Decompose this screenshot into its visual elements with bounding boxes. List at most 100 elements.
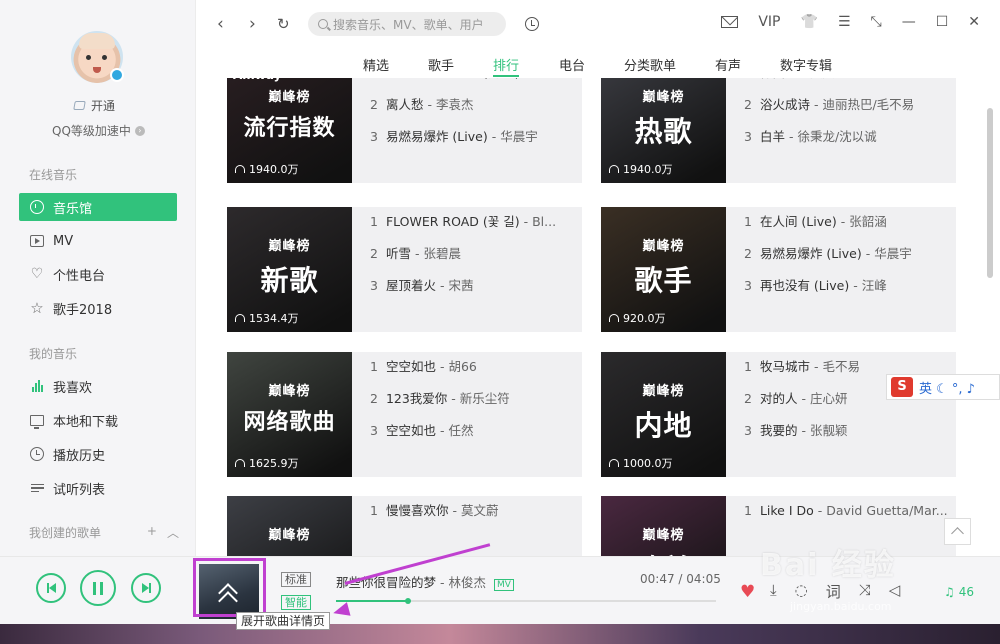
song-artist[interactable]: Bl... [532, 214, 556, 229]
song-artist[interactable]: 李袁杰 [436, 97, 474, 112]
song-title[interactable]: Like I Do [760, 503, 814, 518]
back-button[interactable]: ‹ [217, 14, 224, 34]
qq-level-text[interactable]: QQ等级加速中 › [52, 122, 145, 139]
scrollbar[interactable] [987, 78, 993, 556]
song-title[interactable]: 易燃易爆炸 (Live) [386, 129, 488, 144]
lyrics-icon[interactable]: 词 [826, 581, 841, 602]
collapse-icon[interactable]: ︿ [167, 524, 179, 541]
song-artist[interactable]: 庄心妍 [810, 391, 848, 406]
chart-card[interactable]: 巅峰榜 内地 1000.0万 1 牧马城市 - 毛不易 2 对的人 - 庄心妍 3 我要的 - … [601, 352, 956, 477]
song-artist[interactable]: 华晨宇 [874, 246, 912, 261]
chart-song-row[interactable]: 3 屋顶着火 - 宋茜 [370, 277, 582, 309]
chart-song-row[interactable]: 1 空空如也 - 胡66 [370, 358, 582, 390]
song-artist[interactable]: 华晨宇 [500, 129, 538, 144]
playlist-count[interactable]: ♫ 46 [944, 585, 974, 599]
tab-radio[interactable]: 电台 [559, 55, 585, 74]
tab-singers[interactable]: 歌手 [428, 55, 454, 74]
song-title[interactable]: 白羊 [760, 129, 785, 144]
song-artist[interactable]: 胡66 [448, 359, 476, 374]
minimize-button[interactable]: — [902, 14, 916, 30]
song-title[interactable]: FLOWER ROAD (꽃 길) [386, 78, 520, 80]
back-to-top-button[interactable] [944, 518, 971, 545]
chart-cover[interactable]: 巅峰榜 网络歌曲 1625.9万 [227, 352, 352, 477]
refresh-button[interactable]: ↻ [277, 14, 290, 34]
tab-digital-albums[interactable]: 数字专辑 [780, 55, 832, 74]
song-title[interactable]: 慢慢喜欢你 [386, 503, 449, 518]
song-artist[interactable]: 张碧晨 [423, 246, 461, 261]
chart-song-row[interactable]: 2 浴火成诗 - 迪丽热巴/毛不易 [744, 96, 956, 128]
song-title[interactable]: 易燃易爆炸 (Live) [760, 246, 862, 261]
chart-cover[interactable]: 巅峰榜欧美 [601, 496, 726, 556]
song-title[interactable]: 牧马城市 [760, 359, 810, 374]
tab-audiobooks[interactable]: 有声 [715, 55, 741, 74]
song-artist[interactable]: Bl... [532, 78, 556, 80]
vip-button[interactable]: VIP [758, 14, 780, 30]
chart-song-row[interactable]: 1FLOWER ROAD (꽃 길) - Bl... [370, 78, 582, 96]
mini-mode-icon[interactable]: ⤡ [871, 14, 882, 30]
volume-icon[interactable]: ◁ [889, 581, 901, 602]
chart-song-row[interactable]: 1 Like I Do - David Guetta/Mar... [744, 502, 956, 534]
chart-cover[interactable]: 巅峰榜 新歌 1534.4万 [227, 207, 352, 332]
song-title[interactable]: 我要的 [760, 423, 798, 438]
comment-icon[interactable]: ◌ [795, 581, 808, 602]
chart-cover[interactable]: Amway 巅峰榜流行指数 1940.0万 [227, 78, 352, 183]
song-artist[interactable]: 张靓颖 [810, 423, 848, 438]
song-artist[interactable]: David Guetta/Mar... [826, 503, 947, 518]
tab-featured[interactable]: 精选 [363, 55, 389, 74]
song-artist[interactable]: 莫文蔚 [461, 503, 499, 518]
song-title[interactable]: 空空如也 [386, 423, 436, 438]
like-heart-icon[interactable]: ♥ [740, 582, 755, 602]
song-title[interactable]: 再也没有 (Live) [760, 278, 849, 293]
song-artist[interactable]: 宋茜 [448, 278, 473, 293]
chart-song-row[interactable]: 2 123我爱你 - 新乐尘符 [370, 390, 582, 422]
sidebar-item-radio[interactable]: ♡ 个性电台 [19, 260, 177, 288]
song-title[interactable]: 体面 [760, 78, 785, 80]
song-artist[interactable]: 新乐尘符 [460, 391, 510, 406]
scroll-thumb[interactable] [987, 108, 993, 278]
song-title[interactable]: FLOWER ROAD (꽃 길) [386, 214, 520, 229]
progress-handle[interactable] [405, 598, 412, 604]
song-title[interactable]: 听雪 [386, 246, 411, 261]
chart-song-row[interactable]: 3 再也没有 (Live) - 汪峰 [744, 277, 956, 309]
vip-open-link[interactable]: 开通 [73, 97, 115, 114]
next-button[interactable] [131, 573, 161, 603]
maximize-button[interactable]: ☐ [936, 14, 949, 30]
chart-card[interactable]: 巅峰榜 新歌 1534.4万 1 FLOWER ROAD (꽃 길) - Bl... 2 听… [227, 207, 582, 332]
sidebar-item-singer-2018[interactable]: ☆ 歌手2018 [19, 294, 177, 322]
sound-effect-selector[interactable]: 智能 [281, 595, 311, 610]
song-title[interactable]: 空空如也 [386, 359, 436, 374]
sidebar-item-trial-list[interactable]: 试听列表 [19, 474, 177, 502]
menu-icon[interactable]: ☰ [838, 14, 851, 30]
chart-card[interactable]: 巅峰榜 歌手 920.0万 1 在人间 (Live) - 张韶涵 2 易燃易爆炸 (Live… [601, 207, 956, 332]
search-input[interactable]: 搜索音乐、MV、歌单、用户 [308, 12, 506, 36]
chart-song-row[interactable]: 1体面 - 于文文 [744, 78, 956, 96]
chart-card[interactable]: 巅峰榜热歌1940.0万1体面 - 于文文2浴火成诗 - 迪丽热巴/毛不易3白羊… [601, 78, 956, 183]
close-button[interactable]: ✕ [968, 14, 980, 30]
chart-cover[interactable]: 巅峰榜 [227, 496, 352, 556]
shuffle-icon[interactable]: ⤨ [859, 581, 871, 602]
song-artist[interactable]: 毛不易 [822, 359, 860, 374]
chart-card[interactable]: 巅峰榜 网络歌曲 1625.9万 1 空空如也 - 胡66 2 123我爱你 - 新乐尘符 3… [227, 352, 582, 477]
chart-cover[interactable]: 巅峰榜 热歌 1940.0万 [601, 78, 726, 183]
chart-song-row[interactable]: 1 在人间 (Live) - 张韶涵 [744, 213, 956, 245]
now-playing-artist[interactable]: 林俊杰 [448, 575, 486, 590]
quality-selector[interactable]: 标准 [281, 572, 311, 587]
song-title[interactable]: 123我爱你 [386, 391, 447, 406]
song-title[interactable]: 在人间 (Live) [760, 214, 837, 229]
song-artist[interactable]: 迪丽热巴/毛不易 [822, 97, 914, 112]
ime-toolbar[interactable]: S 英 ☾ °, ♪ [886, 374, 1000, 400]
tab-categories[interactable]: 分类歌单 [624, 55, 676, 74]
chart-song-row[interactable]: 1 慢慢喜欢你 - 莫文蔚 [370, 502, 582, 534]
chart-song-row[interactable]: 1FLOWER ROAD (꽃 길) - Bl... [370, 213, 582, 245]
chart-song-row[interactable]: 2 易燃易爆炸 (Live) - 华晨宇 [744, 245, 956, 277]
mv-badge[interactable]: MV [493, 579, 514, 591]
sidebar-item-history[interactable]: 播放历史 [19, 440, 177, 468]
sidebar-item-music-hall[interactable]: 音乐馆 [19, 193, 177, 221]
song-title[interactable]: 浴火成诗 [760, 97, 810, 112]
chart-card[interactable]: Amway巅峰榜流行指数1940.0万 1FLOWER ROAD (꽃 길) - … [227, 78, 582, 183]
chart-song-row[interactable]: 2 听雪 - 张碧晨 [370, 245, 582, 277]
chart-cover[interactable]: 巅峰榜 歌手 920.0万 [601, 207, 726, 332]
mail-icon[interactable] [721, 16, 739, 28]
chart-card[interactable]: 巅峰榜 1 慢慢喜欢你 - 莫文蔚 [227, 496, 582, 556]
previous-button[interactable] [36, 573, 66, 603]
